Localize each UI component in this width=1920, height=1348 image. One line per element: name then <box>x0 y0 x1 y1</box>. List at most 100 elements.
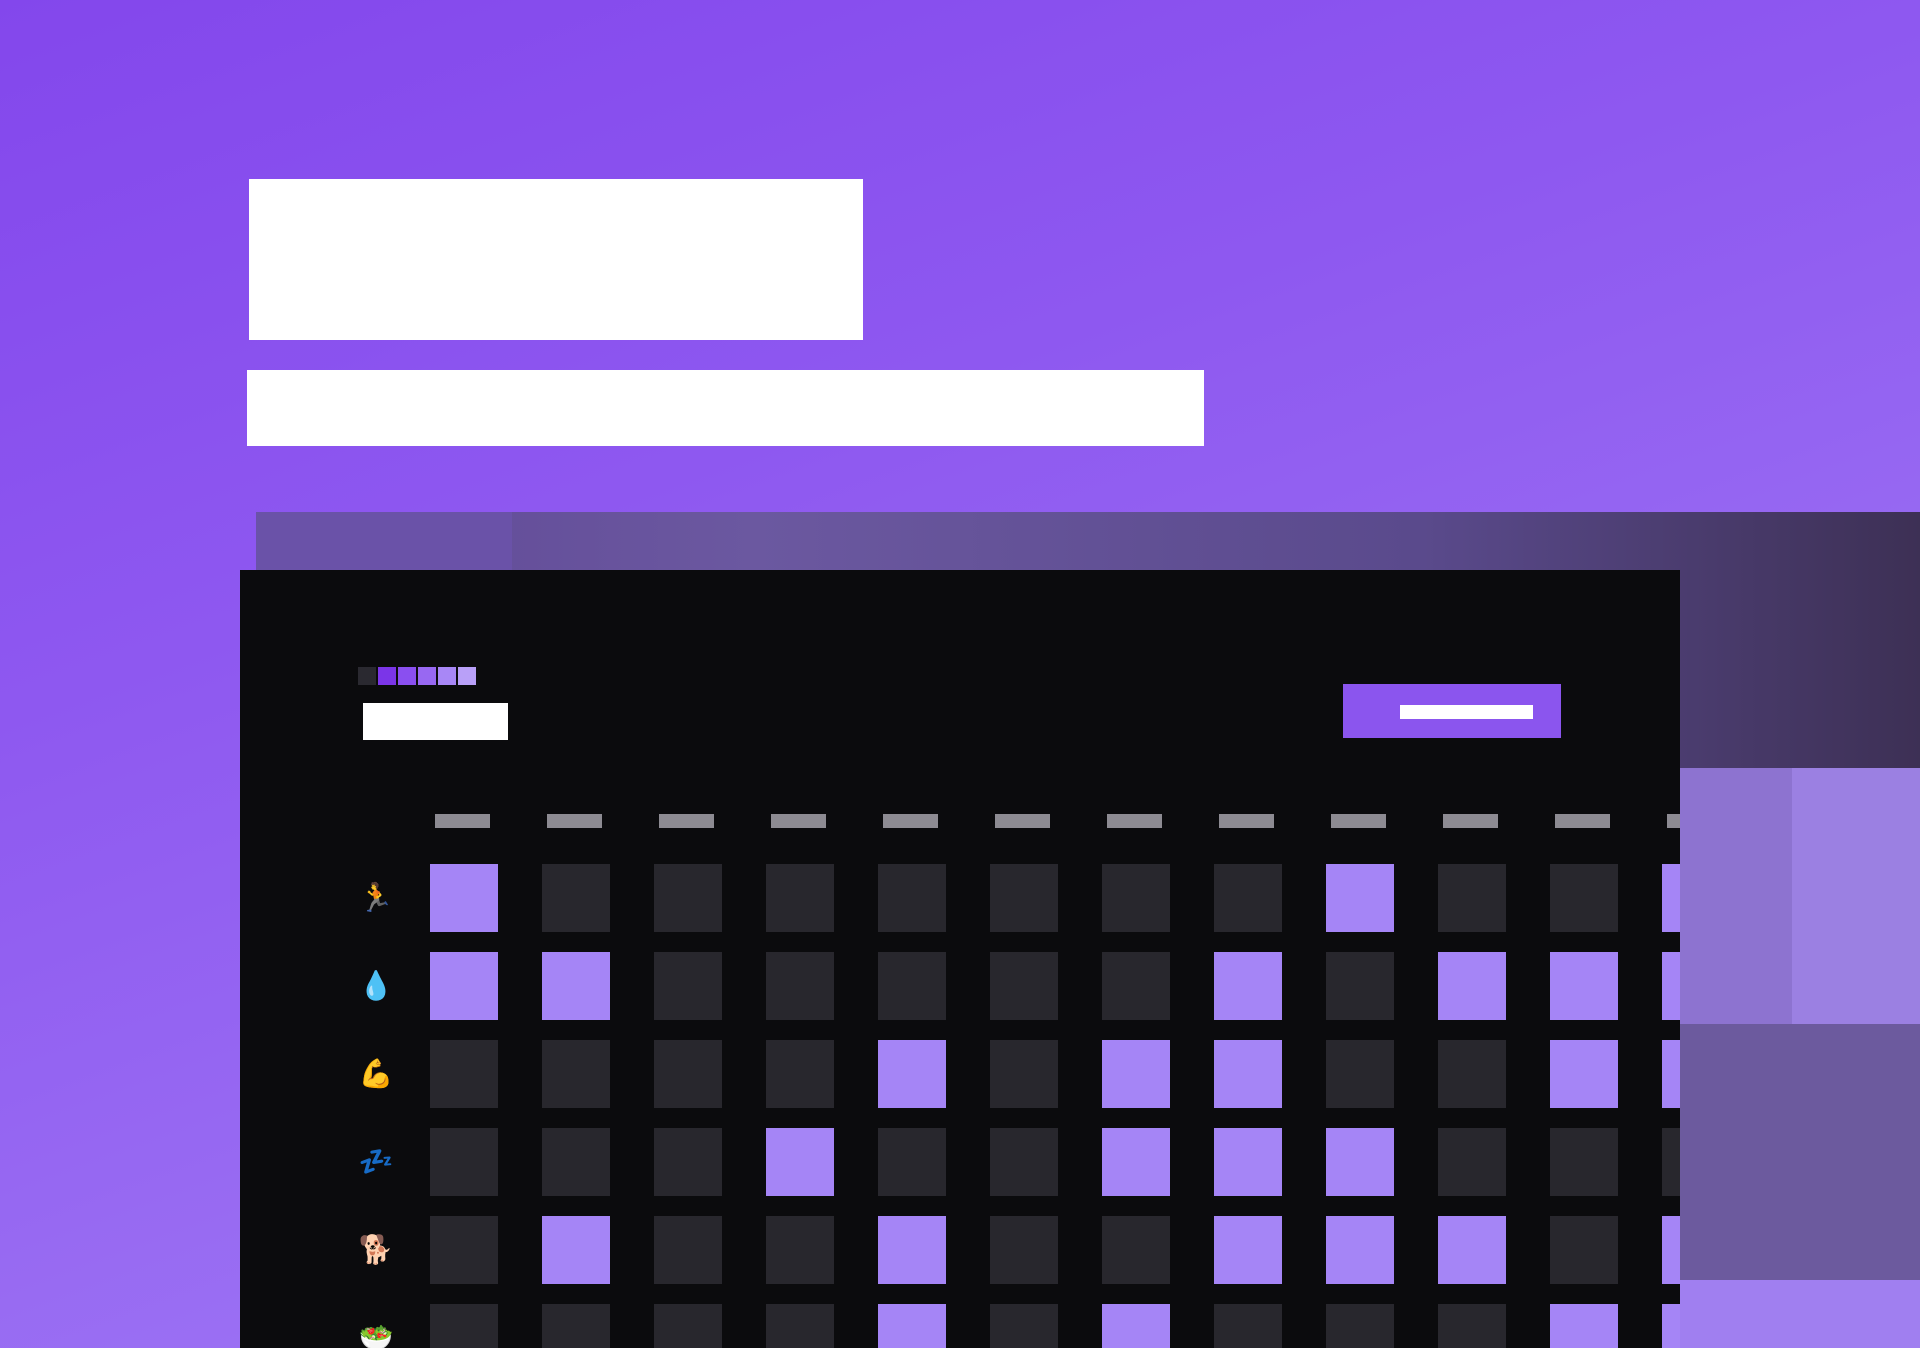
habit-day-cell[interactable] <box>1550 1128 1618 1196</box>
habit-day-cell[interactable] <box>542 864 610 932</box>
day-header <box>435 814 490 828</box>
habit-day-cell[interactable] <box>1214 1304 1282 1348</box>
habit-day-cell[interactable] <box>542 1304 610 1348</box>
habit-day-cell[interactable] <box>1438 952 1506 1020</box>
habit-day-cell[interactable] <box>1326 1216 1394 1284</box>
habit-day-cell[interactable] <box>430 864 498 932</box>
habit-day-cell[interactable] <box>1550 952 1618 1020</box>
habit-day-cell[interactable] <box>430 1040 498 1108</box>
habit-day-cell[interactable] <box>990 1128 1058 1196</box>
habit-day-cell[interactable] <box>1102 864 1170 932</box>
day-header <box>995 814 1050 828</box>
habit-day-cell[interactable] <box>1662 952 1680 1020</box>
flexed-biceps-icon: 💪 <box>358 1057 394 1090</box>
habit-day-cell[interactable] <box>1550 1304 1618 1348</box>
habit-tracker-window: 🏃 💧 💪 💤 🐕 🥗 <box>240 570 1680 1348</box>
habit-day-cell[interactable] <box>766 1304 834 1348</box>
habit-day-cell[interactable] <box>1102 1040 1170 1108</box>
habit-day-cell[interactable] <box>654 1040 722 1108</box>
backdrop-tile <box>1680 1024 1920 1280</box>
habit-day-cell[interactable] <box>1214 1128 1282 1196</box>
habit-day-cell[interactable] <box>430 952 498 1020</box>
habit-day-cell[interactable] <box>1102 1128 1170 1196</box>
habit-day-cell[interactable] <box>766 1128 834 1196</box>
habit-day-cell[interactable] <box>1662 1128 1680 1196</box>
habit-day-cell[interactable] <box>1438 1128 1506 1196</box>
day-header <box>1667 814 1680 828</box>
habit-day-cell[interactable] <box>1662 864 1680 932</box>
habit-day-cell[interactable] <box>542 1216 610 1284</box>
habit-day-cell[interactable] <box>1326 864 1394 932</box>
habit-day-cell[interactable] <box>990 864 1058 932</box>
month-label <box>363 703 508 740</box>
habit-day-cell[interactable] <box>1438 1216 1506 1284</box>
legend-swatch-2 <box>398 667 416 685</box>
habit-day-cell[interactable] <box>1662 1040 1680 1108</box>
habit-day-cell[interactable] <box>542 1040 610 1108</box>
habit-day-cell[interactable] <box>1214 952 1282 1020</box>
habit-day-cell[interactable] <box>1550 1216 1618 1284</box>
day-header <box>771 814 826 828</box>
backdrop-tile <box>1792 768 1920 1024</box>
habit-day-cell[interactable] <box>1438 1304 1506 1348</box>
backdrop-tile <box>256 512 512 570</box>
habit-day-cell[interactable] <box>430 1128 498 1196</box>
legend-swatch-0 <box>358 667 376 685</box>
day-header <box>1555 814 1610 828</box>
habit-day-cell[interactable] <box>766 952 834 1020</box>
habit-day-cell[interactable] <box>1662 1304 1680 1348</box>
habit-day-cell[interactable] <box>990 1304 1058 1348</box>
habit-day-cell[interactable] <box>654 1216 722 1284</box>
add-habit-button-label <box>1400 705 1533 719</box>
habit-day-cell[interactable] <box>1214 1216 1282 1284</box>
habit-day-cell[interactable] <box>878 1040 946 1108</box>
habit-day-cell[interactable] <box>1438 864 1506 932</box>
habit-day-cell[interactable] <box>1326 952 1394 1020</box>
hero-title <box>249 179 863 340</box>
habit-day-cell[interactable] <box>1550 864 1618 932</box>
backdrop-tile <box>1680 768 1792 1024</box>
habit-day-cell[interactable] <box>654 1304 722 1348</box>
habit-day-cell[interactable] <box>1662 1216 1680 1284</box>
habit-day-cell[interactable] <box>1102 1304 1170 1348</box>
day-header <box>883 814 938 828</box>
habit-day-cell[interactable] <box>878 864 946 932</box>
habit-day-cell[interactable] <box>878 1216 946 1284</box>
habit-day-cell[interactable] <box>766 864 834 932</box>
habit-day-cell[interactable] <box>1326 1128 1394 1196</box>
backdrop-tile <box>1680 1280 1920 1348</box>
day-header <box>1331 814 1386 828</box>
color-legend <box>358 667 476 685</box>
habit-day-cell[interactable] <box>542 952 610 1020</box>
habit-day-cell[interactable] <box>766 1040 834 1108</box>
habit-day-cell[interactable] <box>430 1304 498 1348</box>
habit-day-cell[interactable] <box>1102 1216 1170 1284</box>
habit-day-cell[interactable] <box>990 1040 1058 1108</box>
day-header <box>659 814 714 828</box>
habit-day-cell[interactable] <box>766 1216 834 1284</box>
hero-subtitle <box>247 370 1204 446</box>
habit-day-cell[interactable] <box>878 1128 946 1196</box>
habit-day-cell[interactable] <box>430 1216 498 1284</box>
habit-day-cell[interactable] <box>654 952 722 1020</box>
habit-day-cell[interactable] <box>990 1216 1058 1284</box>
habit-day-cell[interactable] <box>1214 1040 1282 1108</box>
habit-day-cell[interactable] <box>1550 1040 1618 1108</box>
habit-day-cell[interactable] <box>878 952 946 1020</box>
add-habit-button[interactable] <box>1343 684 1561 738</box>
habit-day-cell[interactable] <box>990 952 1058 1020</box>
habit-day-cell[interactable] <box>878 1304 946 1348</box>
day-header <box>547 814 602 828</box>
habit-day-cell[interactable] <box>1102 952 1170 1020</box>
running-icon: 🏃 <box>358 881 394 914</box>
habit-day-cell[interactable] <box>1326 1040 1394 1108</box>
habit-day-cell[interactable] <box>1326 1304 1394 1348</box>
habit-day-cell[interactable] <box>1214 864 1282 932</box>
legend-swatch-1 <box>378 667 396 685</box>
habit-day-cell[interactable] <box>654 864 722 932</box>
salad-icon: 🥗 <box>358 1321 394 1348</box>
day-header <box>1107 814 1162 828</box>
habit-day-cell[interactable] <box>1438 1040 1506 1108</box>
habit-day-cell[interactable] <box>654 1128 722 1196</box>
habit-day-cell[interactable] <box>542 1128 610 1196</box>
